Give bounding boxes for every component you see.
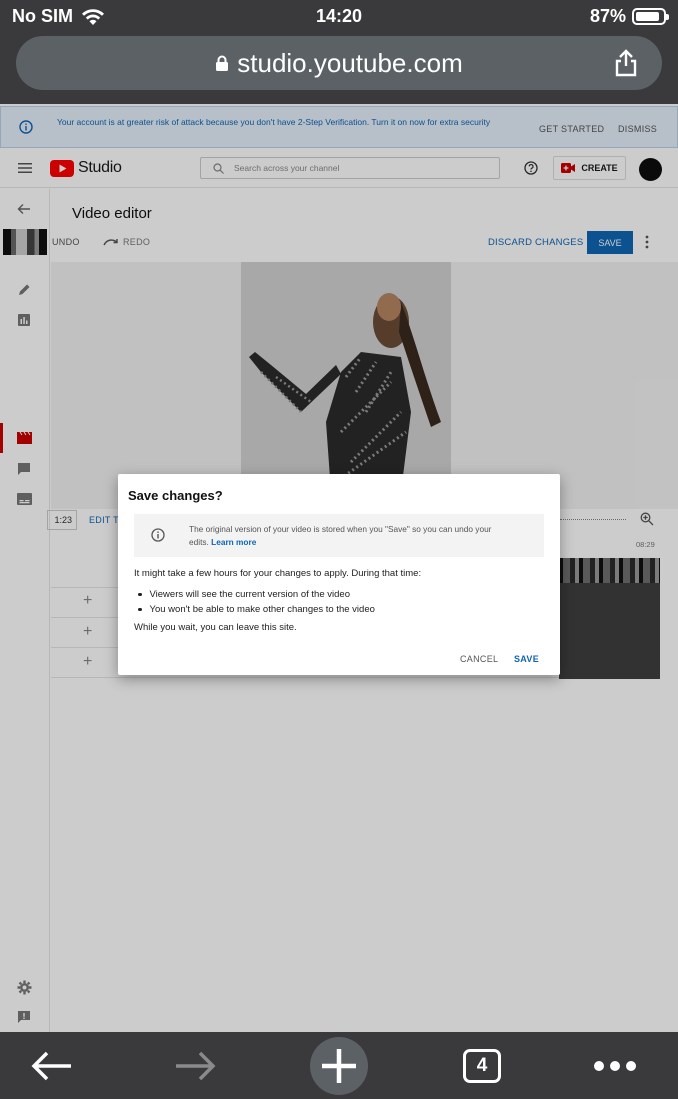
new-tab-circle xyxy=(310,1036,368,1095)
back-button[interactable] xyxy=(22,1032,82,1099)
learn-more-link[interactable]: Learn more xyxy=(211,537,256,547)
save-changes-dialog: Save changes? The original version of yo… xyxy=(118,474,560,675)
cancel-button[interactable]: CANCEL xyxy=(460,654,498,664)
browser-address-area: studio.youtube.com xyxy=(0,32,678,104)
battery-icon xyxy=(632,8,669,25)
dialog-title: Save changes? xyxy=(128,488,223,503)
dialog-bullet-list: Viewers will see the current version of … xyxy=(138,587,375,617)
forward-button[interactable] xyxy=(165,1032,225,1099)
lock-icon xyxy=(215,55,229,72)
address-bar[interactable]: studio.youtube.com xyxy=(16,36,662,90)
forward-arrow-icon xyxy=(176,1051,216,1080)
dialog-info-text: The original version of your video is st… xyxy=(189,523,509,549)
more-menu-button[interactable] xyxy=(590,1032,640,1099)
dialog-body: It might take a few hours for your chang… xyxy=(134,568,422,579)
dialog-info-box: The original version of your video is st… xyxy=(134,514,544,557)
status-time: 14:20 xyxy=(315,6,363,26)
battery: 87% xyxy=(589,6,669,27)
web-page: Your account is at greater risk of attac… xyxy=(0,104,678,1032)
url-text: studio.youtube.com xyxy=(237,47,463,78)
dialog-wait-text: While you wait, you can leave this site. xyxy=(134,622,297,633)
list-item: You won't be able to make other changes … xyxy=(138,602,375,617)
dialog-save-button[interactable]: SAVE xyxy=(514,654,539,664)
new-tab-button[interactable] xyxy=(310,1032,368,1099)
plus-icon xyxy=(322,1048,356,1083)
tab-count: 4 xyxy=(463,1048,501,1083)
status-bar: No SIM 14:20 87% xyxy=(0,0,678,32)
tabs-button[interactable]: 4 xyxy=(460,1032,504,1099)
back-arrow-icon xyxy=(31,1051,71,1080)
info-icon xyxy=(151,528,165,542)
battery-percent: 87% xyxy=(589,6,626,26)
browser-toolbar: 4 xyxy=(0,1032,678,1099)
more-horiz-icon xyxy=(594,1060,636,1071)
list-item: Viewers will see the current version of … xyxy=(138,587,375,602)
share-icon[interactable] xyxy=(614,49,638,77)
